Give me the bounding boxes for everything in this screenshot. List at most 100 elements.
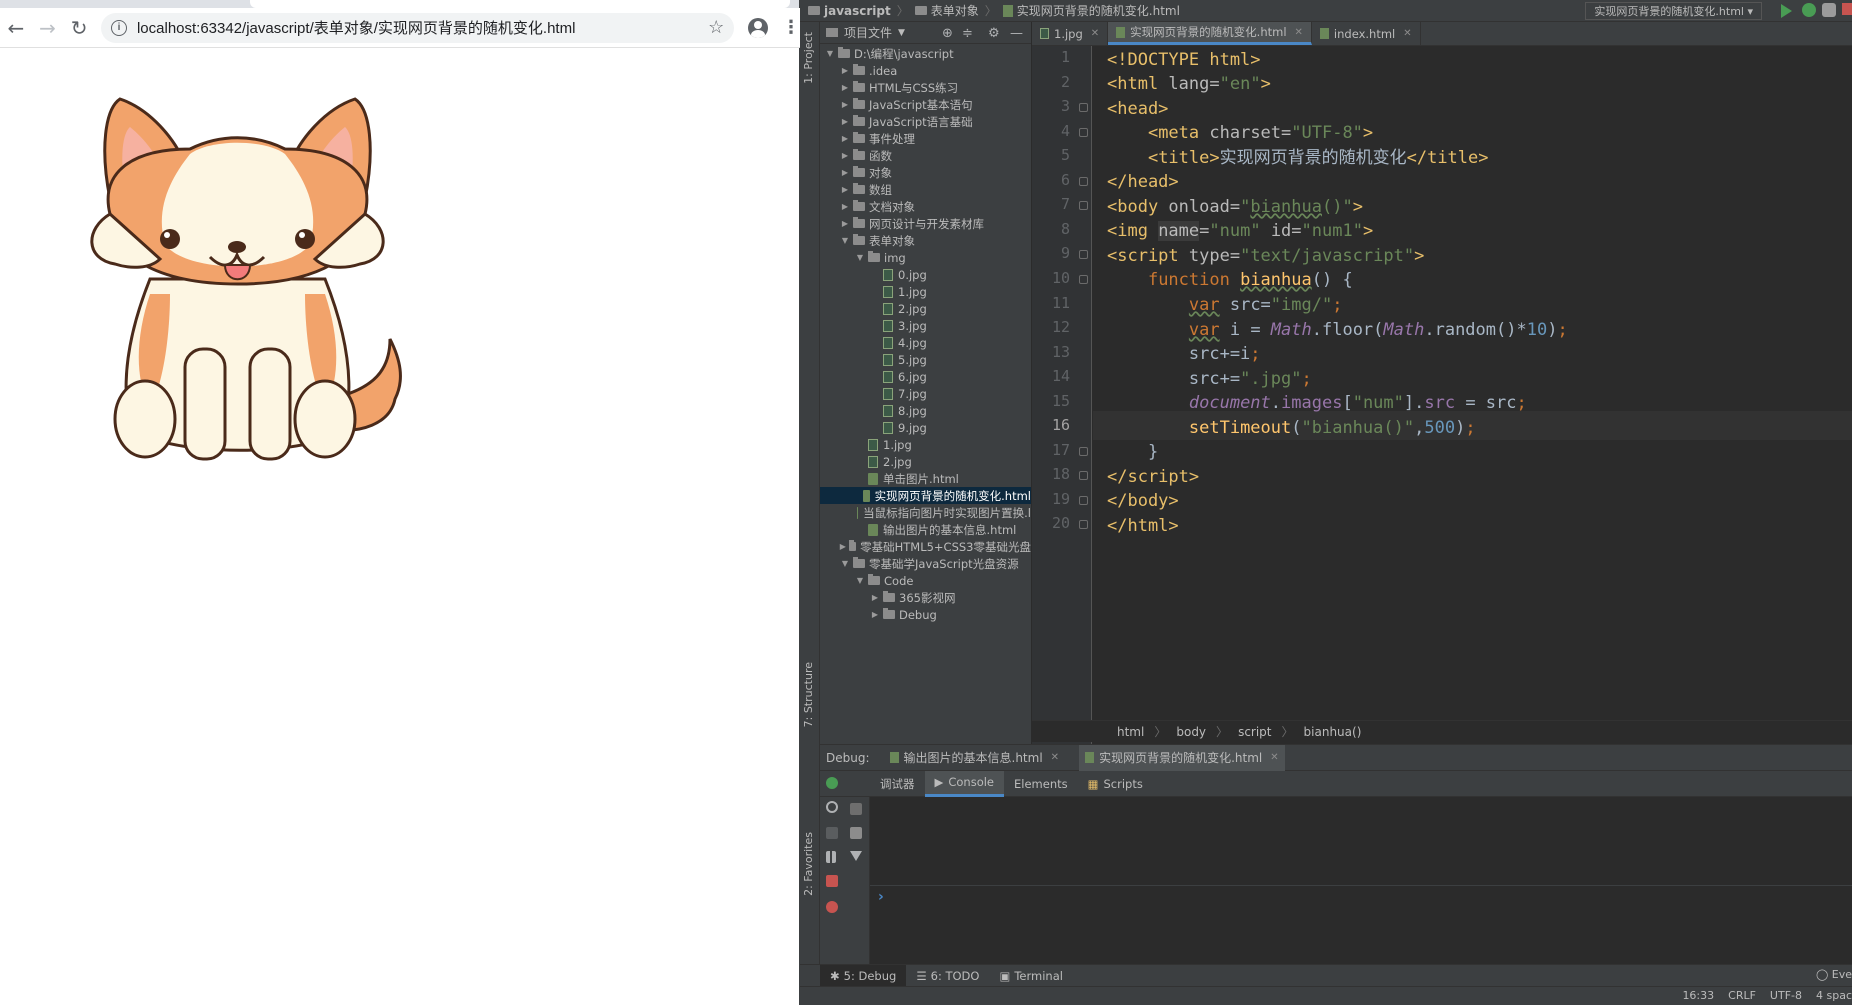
console-prompt[interactable]: › [878, 889, 884, 905]
chevron-right-icon[interactable]: ▶ [839, 542, 847, 551]
close-icon[interactable]: ✕ [1051, 752, 1059, 763]
indent-setting[interactable]: 4 spac [1816, 989, 1852, 1002]
tree-item[interactable]: 0.jpg [820, 266, 1031, 283]
tree-item[interactable]: ▶ 网页设计与开发素材库 [820, 215, 1031, 232]
tree-item[interactable]: ▼ 表单对象 [820, 232, 1031, 249]
rerun-icon[interactable] [826, 777, 838, 789]
event-log-button[interactable]: ◯ Eve [1816, 968, 1852, 981]
chevron-down-icon[interactable]: ▼ [824, 49, 836, 58]
chevron-right-icon[interactable]: ▶ [869, 593, 881, 602]
console-output[interactable]: › [870, 797, 1852, 964]
breadcrumb-item[interactable]: script [1238, 725, 1271, 739]
run-icon[interactable] [1781, 4, 1792, 18]
tree-item[interactable]: 实现网页背景的随机变化.html [820, 487, 1031, 504]
fold-marker-icon[interactable] [1079, 274, 1088, 284]
back-button[interactable]: ← [0, 12, 32, 44]
stop-icon[interactable] [1842, 3, 1852, 15]
forward-button[interactable]: → [32, 12, 64, 44]
stop-icon[interactable] [826, 875, 838, 887]
tab-elements[interactable]: Elements [1004, 771, 1078, 797]
nav-crumb-project[interactable]: javascript [808, 4, 891, 18]
tree-item[interactable]: ▶ JavaScript基本语句 [820, 96, 1031, 113]
chevron-right-icon[interactable]: ▶ [839, 134, 851, 143]
coverage-icon[interactable] [1822, 3, 1836, 17]
profile-avatar-icon[interactable] [748, 17, 769, 38]
fold-marker-icon[interactable] [1079, 176, 1088, 186]
tab-console[interactable]: ▶ Console [924, 770, 1005, 797]
tab-debugger[interactable]: 调试器 [870, 771, 925, 797]
structure-tool-button[interactable]: 7: Structure [802, 662, 815, 727]
pause-icon[interactable] [826, 851, 836, 863]
info-icon[interactable]: i [110, 19, 127, 36]
line-separator[interactable]: CRLF [1728, 989, 1756, 1002]
tree-item[interactable]: ▶ 零基础HTML5+CSS3零基础光盘 [820, 538, 1031, 555]
tab-scripts[interactable]: ▦ Scripts [1078, 771, 1153, 797]
fold-marker-icon[interactable] [1079, 201, 1088, 211]
locate-icon[interactable]: ⊕ [942, 26, 953, 41]
code-editor[interactable]: <!DOCTYPE html> <html lang="en"> <head> … [1093, 46, 1852, 750]
project-tool-button[interactable]: 1: Project [802, 32, 815, 84]
fold-marker-icon[interactable] [1079, 250, 1088, 260]
tree-item[interactable]: ▶ JavaScript语言基础 [820, 113, 1031, 130]
tree-item[interactable]: 单击图片.html [820, 470, 1031, 487]
chevron-right-icon[interactable]: ▶ [839, 100, 851, 109]
tree-item[interactable]: ▶ 文档对象 [820, 198, 1031, 215]
nav-crumb-folder[interactable]: 表单对象 [914, 2, 979, 19]
editor-tab[interactable]: 实现网页背景的随机变化.html ✕ [1108, 22, 1312, 45]
hide-icon[interactable]: — [1010, 26, 1023, 41]
terminal-tool-button[interactable]: ▣ Terminal [989, 965, 1072, 987]
tree-item[interactable]: 6.jpg [820, 368, 1031, 385]
tree-item[interactable]: 2.jpg [820, 300, 1031, 317]
tree-item[interactable]: 输出图片的基本信息.html [820, 521, 1031, 538]
tree-item[interactable]: 3.jpg [820, 317, 1031, 334]
tree-item[interactable]: ▶ 对象 [820, 164, 1031, 181]
scroll-to-end-icon[interactable] [850, 803, 862, 815]
debug-session-tab[interactable]: 实现网页背景的随机变化.html ✕ [1079, 744, 1285, 771]
close-icon[interactable]: ✕ [1270, 752, 1278, 763]
file-encoding[interactable]: UTF-8 [1770, 989, 1802, 1002]
chevron-right-icon[interactable]: ▶ [839, 151, 851, 160]
refresh-icon[interactable] [826, 801, 838, 813]
address-bar[interactable]: i localhost:63342/javascript/表单对象/实现网页背景… [100, 12, 735, 43]
favorites-tool-button[interactable]: 2: Favorites [802, 832, 815, 896]
reload-button[interactable]: ↻ [63, 12, 95, 44]
browser-menu-icon[interactable]: ⋮ [782, 17, 800, 38]
close-icon[interactable]: ✕ [1295, 27, 1303, 38]
todo-tool-button[interactable]: ☰ 6: TODO [906, 965, 989, 987]
editor-tab[interactable]: 1.jpg ✕ [1032, 22, 1109, 45]
tree-item[interactable]: ▶ 事件处理 [820, 130, 1031, 147]
chevron-right-icon[interactable]: ▶ [839, 219, 851, 228]
breakpoints-icon[interactable] [826, 901, 838, 913]
fold-marker-icon[interactable] [1079, 495, 1088, 505]
tree-item[interactable]: 5.jpg [820, 351, 1031, 368]
tree-item[interactable]: ▶ HTML与CSS练习 [820, 79, 1031, 96]
chevron-right-icon[interactable]: ▶ [839, 202, 851, 211]
editor-tab[interactable]: index.html ✕ [1312, 22, 1421, 45]
chevron-down-icon[interactable]: ▼ [839, 236, 851, 245]
chevron-down-icon[interactable]: ▼ [854, 576, 866, 585]
tree-item[interactable]: 2.jpg [820, 453, 1031, 470]
tree-item[interactable]: ▶ .idea [820, 62, 1031, 79]
tree-item[interactable]: ▼ 零基础学JavaScript光盘资源 [820, 555, 1031, 572]
fold-marker-icon[interactable] [1079, 127, 1088, 137]
fold-marker-icon[interactable] [1079, 103, 1088, 113]
chevron-down-icon[interactable]: ▼ [854, 253, 866, 262]
nav-crumb-file[interactable]: 实现网页背景的随机变化.html [1002, 2, 1180, 19]
breadcrumb-item[interactable]: html [1117, 725, 1144, 739]
fold-marker-icon[interactable] [1079, 520, 1088, 530]
chevron-right-icon[interactable]: ▶ [839, 117, 851, 126]
tree-item[interactable]: ▶ 365影视网 [820, 589, 1031, 606]
debug-icon[interactable] [1802, 3, 1816, 17]
trash-icon[interactable] [850, 827, 862, 839]
chevron-right-icon[interactable]: ▶ [839, 185, 851, 194]
tree-item[interactable]: 4.jpg [820, 334, 1031, 351]
browser-tab[interactable] [250, 0, 790, 8]
bookmark-star-icon[interactable]: ☆ [708, 17, 724, 38]
run-configuration-selector[interactable]: 实现网页背景的随机变化.html ▾ [1585, 2, 1762, 20]
tree-item[interactable]: ▼ img [820, 249, 1031, 266]
breadcrumb-item[interactable]: body [1176, 725, 1206, 739]
resume-icon[interactable] [826, 827, 838, 839]
tree-item[interactable]: 9.jpg [820, 419, 1031, 436]
chevron-down-icon[interactable]: ▼ [839, 559, 851, 568]
filter-icon[interactable] [850, 851, 862, 863]
